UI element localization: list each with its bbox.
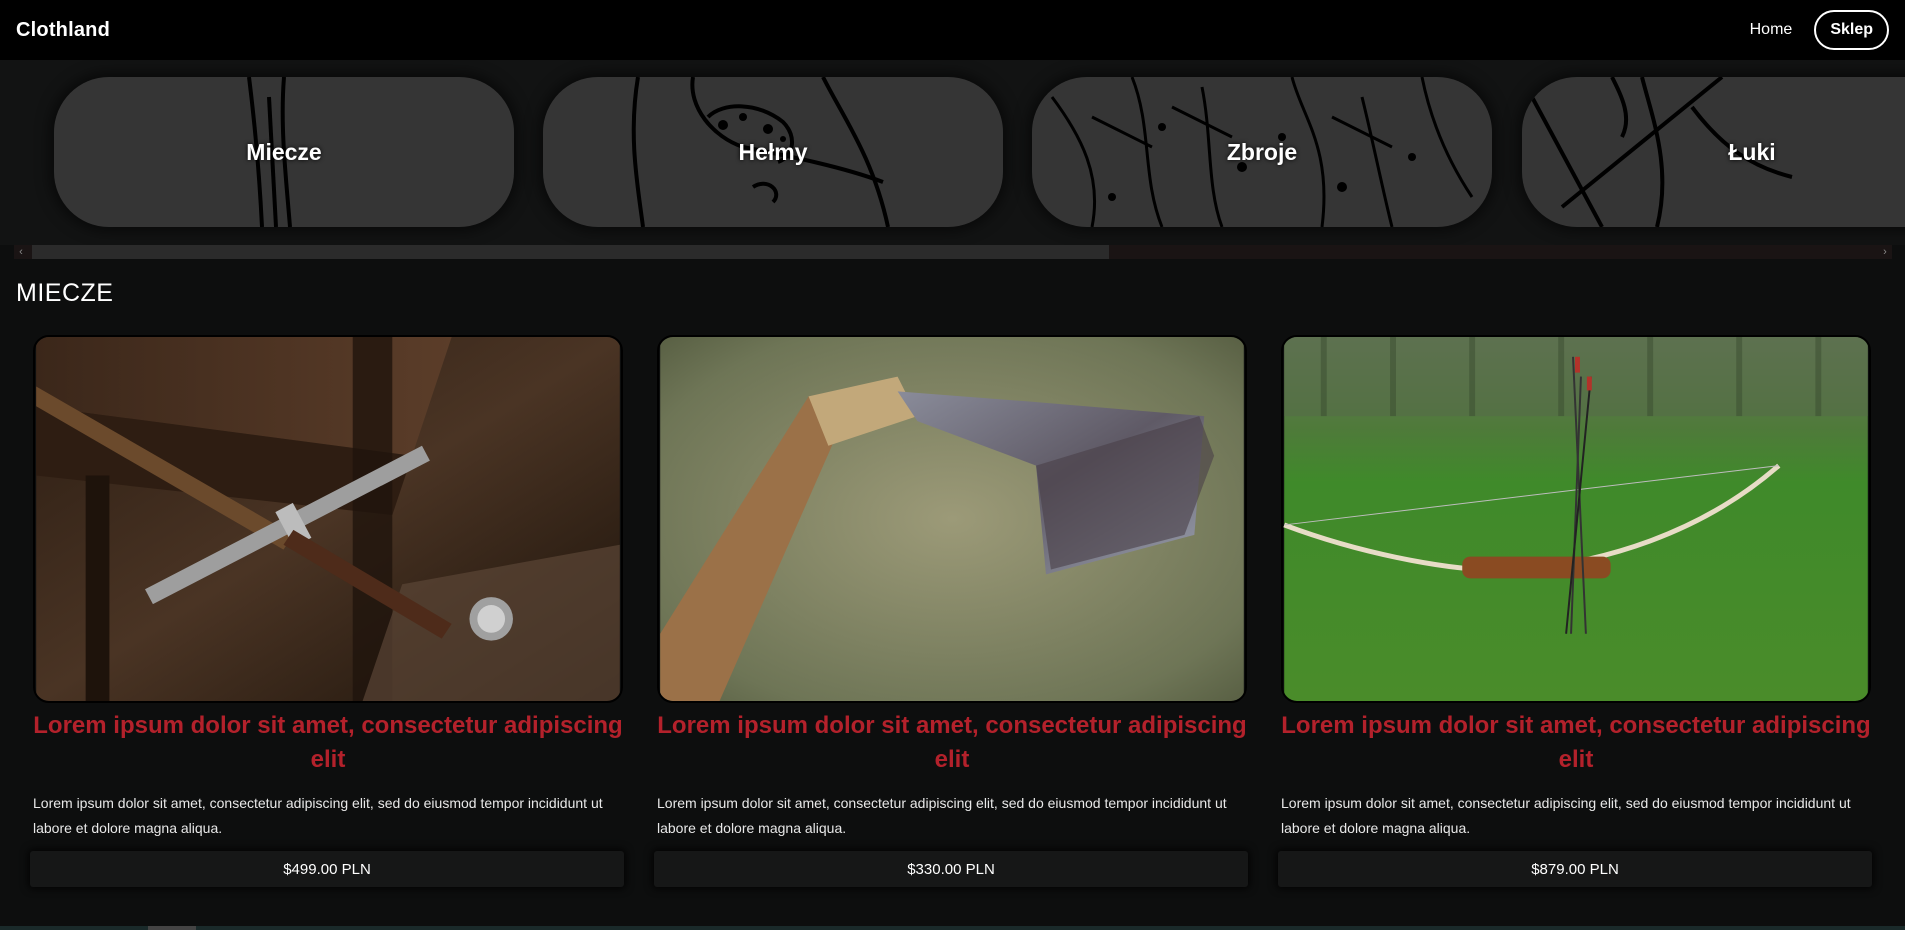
bow-photo[interactable] bbox=[1281, 335, 1871, 703]
category-card-miecze[interactable]: Miecze bbox=[54, 77, 514, 227]
product-card: Lorem ipsum dolor sit amet, consectetur … bbox=[1278, 335, 1872, 887]
category-label: Zbroje bbox=[1226, 138, 1298, 165]
page-scrollbar[interactable] bbox=[0, 926, 1905, 930]
product-card: Lorem ipsum dolor sit amet, consectetur … bbox=[654, 335, 1248, 887]
product-title[interactable]: Lorem ipsum dolor sit amet, consectetur … bbox=[657, 709, 1247, 777]
sword-photo[interactable] bbox=[33, 335, 623, 703]
scroll-left-arrow-icon[interactable]: ‹ bbox=[14, 245, 28, 259]
category-label: Łuki bbox=[1728, 138, 1776, 165]
price-button[interactable]: $330.00 PLN bbox=[654, 851, 1248, 887]
category-scrollbar[interactable]: ‹ › bbox=[14, 245, 1892, 259]
axe-photo[interactable] bbox=[657, 335, 1247, 703]
category-card-helmy[interactable]: Hełmy bbox=[543, 77, 1003, 227]
page-scrollbar-thumb[interactable] bbox=[148, 926, 196, 930]
price-button[interactable]: $499.00 PLN bbox=[30, 851, 624, 887]
price-button[interactable]: $879.00 PLN bbox=[1278, 851, 1872, 887]
category-label: Hełmy bbox=[738, 138, 808, 165]
product-description: Lorem ipsum dolor sit amet, consectetur … bbox=[657, 795, 1227, 836]
brand-logo[interactable]: Clothland bbox=[16, 19, 110, 42]
product-title[interactable]: Lorem ipsum dolor sit amet, consectetur … bbox=[1281, 709, 1871, 777]
scrollbar-thumb[interactable] bbox=[32, 245, 1109, 259]
product-description: Lorem ipsum dolor sit amet, consectetur … bbox=[33, 795, 603, 836]
category-carousel: Miecze Hełmy Zbroje Łuki bbox=[0, 60, 1905, 245]
category-label: Miecze bbox=[246, 138, 322, 165]
section-title: MIECZE bbox=[16, 279, 114, 307]
bow-sketch-icon bbox=[1530, 77, 1793, 227]
scroll-right-arrow-icon[interactable]: › bbox=[1878, 245, 1892, 259]
nav-links: Home Sklep bbox=[1750, 10, 1889, 50]
nav-shop-button[interactable]: Sklep bbox=[1814, 10, 1889, 50]
product-card: Lorem ipsum dolor sit amet, consectetur … bbox=[30, 335, 624, 887]
product-description: Lorem ipsum dolor sit amet, consectetur … bbox=[1281, 795, 1851, 836]
category-card-zbroje[interactable]: Zbroje bbox=[1032, 77, 1492, 227]
category-card-luki[interactable]: Łuki bbox=[1522, 77, 1905, 227]
nav-home-link[interactable]: Home bbox=[1750, 21, 1793, 39]
product-title[interactable]: Lorem ipsum dolor sit amet, consectetur … bbox=[33, 709, 623, 777]
navbar: Clothland Home Sklep bbox=[0, 0, 1905, 60]
